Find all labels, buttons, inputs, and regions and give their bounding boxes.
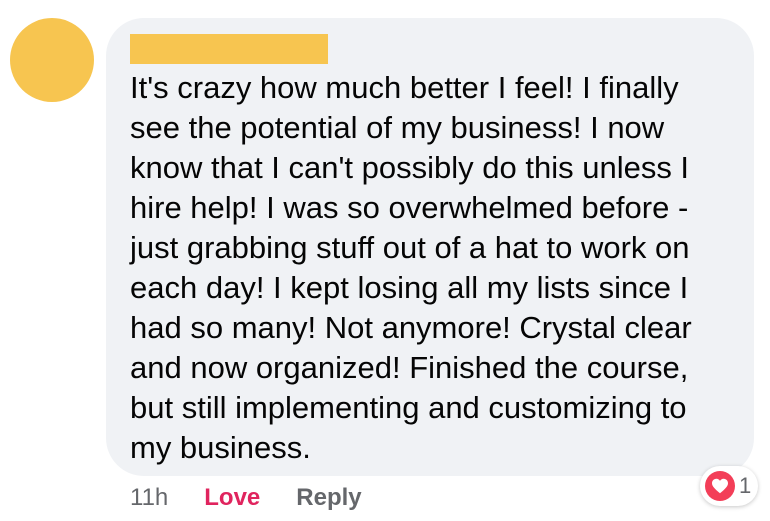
heart-glyph (712, 478, 728, 494)
author-name-redacted[interactable] (130, 34, 328, 64)
heart-icon (705, 471, 735, 501)
timestamp[interactable]: 11h (130, 482, 168, 514)
comment-actions: 11h Love Reply (130, 482, 362, 514)
reaction-count-badge[interactable]: 1 (700, 466, 758, 506)
love-button[interactable]: Love (204, 482, 260, 514)
reply-button[interactable]: Reply (296, 482, 361, 514)
avatar[interactable] (10, 18, 94, 102)
comment-container: It's crazy how much better I feel! I fin… (0, 0, 770, 521)
comment-bubble: It's crazy how much better I feel! I fin… (106, 18, 754, 476)
comment-text: It's crazy how much better I feel! I fin… (130, 70, 692, 465)
reaction-count: 1 (739, 473, 752, 498)
